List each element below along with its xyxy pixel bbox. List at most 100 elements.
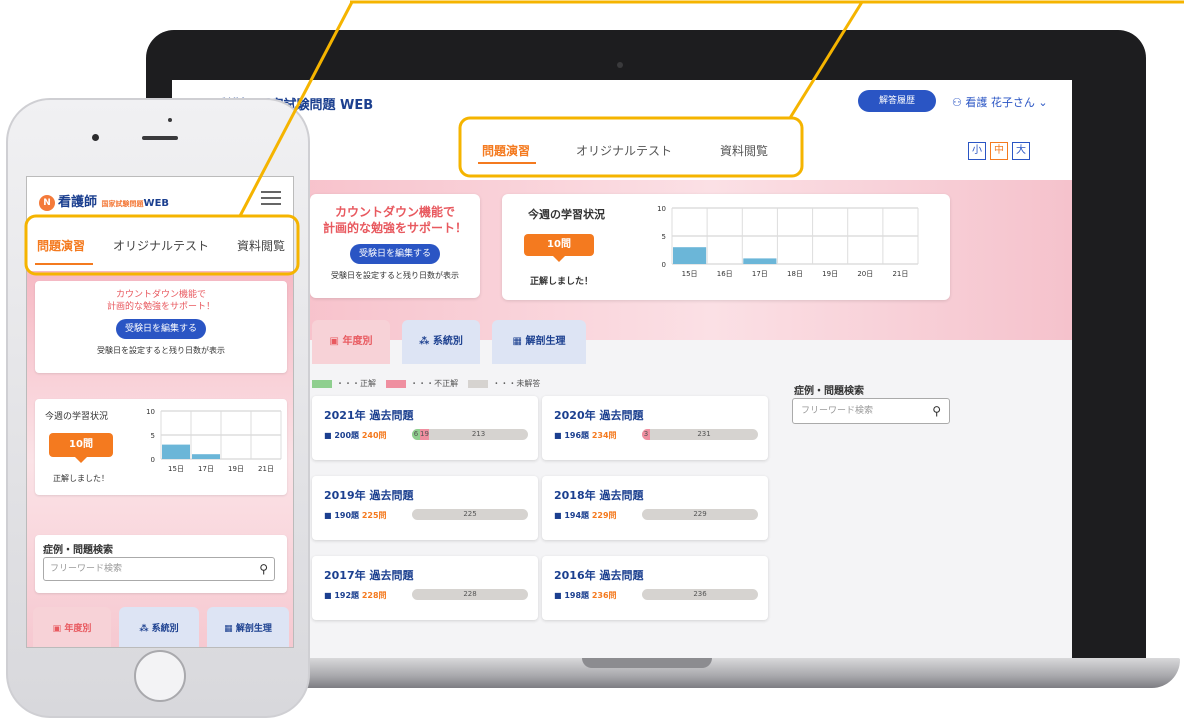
font-size-large-button[interactable]: 大 bbox=[1012, 142, 1030, 160]
n-logo-icon: N bbox=[39, 194, 55, 211]
tab-original-test[interactable]: オリジナルテスト bbox=[576, 142, 672, 159]
legend-correct: ・・・正解 bbox=[336, 379, 376, 388]
tab-by-year-label: 年度別 bbox=[342, 336, 373, 347]
chart-xtick: 17日 bbox=[198, 465, 214, 473]
countdown-card: カウントダウン機能で 計画的な勉強をサポート！ 受験日を編集する 受験日を設定す… bbox=[310, 194, 480, 298]
laptop-camera bbox=[617, 62, 623, 68]
year-card-title: 2021年 過去問題 bbox=[324, 409, 414, 422]
phone-search-placeholder: フリーワード検索 bbox=[50, 564, 123, 574]
legend-unanswered: ・・・未解答 bbox=[492, 379, 541, 388]
year-card[interactable]: 2016年 過去問題 ■ 198題 236問 236 bbox=[542, 556, 768, 620]
phone-edit-exam-date-button[interactable]: 受験日を編集する bbox=[116, 319, 206, 339]
phone-tab-practice[interactable]: 問題演習 bbox=[37, 237, 85, 254]
phone-search-card: 症例・問題検索 フリーワード検索 ⚲ bbox=[35, 535, 287, 593]
tab-materials[interactable]: 資料閲覧 bbox=[720, 142, 768, 159]
chart-xtick: 19日 bbox=[228, 465, 244, 473]
folder-icon: ■ bbox=[554, 511, 565, 520]
font-size-small-button[interactable]: 小 bbox=[968, 142, 986, 160]
phone-active-tab-indicator bbox=[35, 263, 93, 265]
chart-bar bbox=[743, 258, 777, 264]
phone-frame: N 看護師 国家試験問題WEB 問題演習 オリジナルテスト 資料閲覧 カウントダウ… bbox=[6, 98, 310, 718]
countdown-line1: カウントダウン機能で bbox=[334, 205, 455, 219]
phone-search-icon[interactable]: ⚲ bbox=[259, 558, 268, 580]
countdown-line2: 計画的な勉強をサポート！ bbox=[322, 221, 467, 235]
chart-bar bbox=[673, 247, 707, 264]
chart-ytick: 0 bbox=[662, 261, 666, 269]
hamburger-menu-icon[interactable] bbox=[261, 191, 281, 205]
folder-icon: ■ bbox=[554, 431, 565, 440]
search-input[interactable]: フリーワード検索 ⚲ bbox=[792, 398, 950, 424]
chart-xtick: 16日 bbox=[717, 270, 733, 278]
phone-search-input[interactable]: フリーワード検索 ⚲ bbox=[43, 557, 275, 581]
search-placeholder: フリーワード検索 bbox=[801, 406, 874, 416]
year-card[interactable]: 2021年 過去問題 ■ 200題 240問 6 19 213 bbox=[312, 396, 538, 460]
phone-site-logo[interactable]: N 看護師 国家試験問題WEB bbox=[39, 191, 169, 211]
folder-icon: ■ bbox=[324, 591, 335, 600]
phone-weekly-study-card: 今週の学習状況 10問 正解しました！ 10 5 0 15日 17日 19日 21日 bbox=[35, 399, 287, 495]
phone-tab-anatomy-label: 解剖生理 bbox=[235, 624, 272, 634]
chart-ytick: 10 bbox=[146, 408, 155, 416]
year-card-meta: ■ 190題 225問 bbox=[324, 511, 387, 520]
active-tab-indicator bbox=[478, 162, 536, 164]
phone-sensor bbox=[168, 118, 172, 122]
answer-history-button[interactable]: 解答履歴 bbox=[858, 90, 936, 112]
search-icon[interactable]: ⚲ bbox=[932, 399, 941, 423]
user-icon: ⚇ bbox=[952, 96, 966, 109]
year-card-meta: ■ 196題 234問 bbox=[554, 431, 617, 440]
legend: ・・・正解 ・・・不正解 ・・・未解答 bbox=[312, 378, 540, 389]
phone-tab-by-year-label: 年度別 bbox=[64, 624, 92, 634]
phone-tab-original-test[interactable]: オリジナルテスト bbox=[113, 237, 209, 254]
year-progress-bar: 236 bbox=[642, 589, 758, 600]
tab-practice[interactable]: 問題演習 bbox=[482, 142, 530, 159]
phone-tab-materials[interactable]: 資料閲覧 bbox=[237, 237, 285, 254]
chart-xtick: 19日 bbox=[822, 270, 838, 278]
tab-by-system[interactable]: ⁂ 系統別 bbox=[402, 320, 480, 364]
phone-logo-sub: 国家試験問題 bbox=[101, 200, 144, 208]
progress-segment: 19 bbox=[420, 429, 429, 440]
phone-correct-count-bubble: 10問 bbox=[49, 433, 113, 463]
tab-anatomy-label: 解剖生理 bbox=[525, 336, 566, 347]
phone-screen: N 看護師 国家試験問題WEB 問題演習 オリジナルテスト 資料閲覧 カウントダウ… bbox=[26, 176, 294, 648]
phone-header: N 看護師 国家試験問題WEB bbox=[27, 177, 293, 221]
user-menu[interactable]: ⚇ 看護 花子さん ⌄ bbox=[952, 94, 1048, 110]
year-card[interactable]: 2018年 過去問題 ■ 194題 229問 229 bbox=[542, 476, 768, 540]
year-progress-bar: 3 231 bbox=[642, 429, 758, 440]
edit-exam-date-button[interactable]: 受験日を編集する bbox=[350, 244, 440, 264]
phone-home-button[interactable] bbox=[134, 650, 186, 702]
laptop-base bbox=[250, 658, 1180, 688]
chart-xtick: 17日 bbox=[752, 270, 768, 278]
progress-segment-unanswered: 225 bbox=[463, 510, 477, 518]
legend-correct-swatch bbox=[312, 379, 332, 388]
phone-logo-main: 看護師 bbox=[58, 195, 98, 210]
progress-segment-unanswered: 236 bbox=[693, 590, 707, 598]
phone-tree-icon: ⁂ bbox=[139, 624, 152, 634]
year-card[interactable]: 2020年 過去問題 ■ 196題 234問 3 231 bbox=[542, 396, 768, 460]
user-name: 看護 花子さん bbox=[965, 96, 1035, 109]
chart-xtick: 21日 bbox=[892, 270, 908, 278]
phone-countdown-card: カウントダウン機能で 計画的な勉強をサポート！ 受験日を編集する 受験日を設定す… bbox=[35, 281, 287, 373]
phone-tab-by-system[interactable]: ⁂ 系統別 bbox=[119, 607, 199, 647]
chart-ytick: 5 bbox=[662, 233, 666, 241]
progress-segment-unanswered: 231 bbox=[697, 430, 711, 438]
year-card-meta: ■ 198題 236問 bbox=[554, 591, 617, 600]
tab-by-year[interactable]: ▣ 年度別 bbox=[312, 320, 390, 364]
year-card-title: 2016年 過去問題 bbox=[554, 569, 644, 582]
phone-tab-by-year[interactable]: ▣ 年度別 bbox=[33, 607, 111, 647]
progress-segment: 6 bbox=[412, 429, 420, 440]
year-card[interactable]: 2017年 過去問題 ■ 192題 228問 228 bbox=[312, 556, 538, 620]
tab-anatomy[interactable]: ▦ 解剖生理 bbox=[492, 320, 586, 364]
weekly-chart: 10 5 0 15日 16日 17日 18日 19日 20日 21日 bbox=[657, 205, 919, 278]
progress-segment-unanswered: 228 bbox=[463, 590, 477, 598]
year-progress-bar: 229 bbox=[642, 509, 758, 520]
year-card-meta: ■ 194題 229問 bbox=[554, 511, 617, 520]
year-card[interactable]: 2019年 過去問題 ■ 190題 225問 225 bbox=[312, 476, 538, 540]
progress-segment: 3 bbox=[642, 429, 650, 440]
font-size-medium-button[interactable]: 中 bbox=[990, 142, 1008, 160]
progress-segment-unanswered: 229 bbox=[693, 510, 707, 518]
year-card-meta: ■ 192題 228問 bbox=[324, 591, 387, 600]
chart-ytick: 5 bbox=[151, 432, 155, 440]
phone-tab-anatomy[interactable]: ▦ 解剖生理 bbox=[207, 607, 289, 647]
year-card-title: 2017年 過去問題 bbox=[324, 569, 414, 582]
chart-bar bbox=[162, 444, 190, 459]
year-card-title: 2018年 過去問題 bbox=[554, 489, 644, 502]
